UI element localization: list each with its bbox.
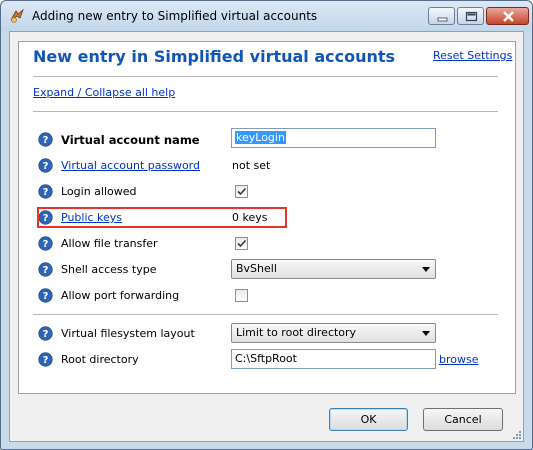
highlight-box bbox=[37, 207, 287, 228]
app-icon bbox=[10, 8, 24, 23]
help-icon[interactable]: ? bbox=[38, 288, 53, 303]
help-icon[interactable]: ? bbox=[38, 132, 53, 147]
login-allowed-checkbox[interactable] bbox=[235, 185, 248, 198]
shell-access-type-label: Shell access type bbox=[61, 263, 157, 276]
login-allowed-label: Login allowed bbox=[61, 185, 137, 198]
help-icon[interactable]: ? bbox=[38, 158, 53, 173]
allow-port-forwarding-label: Allow port forwarding bbox=[61, 289, 180, 302]
section-divider bbox=[33, 111, 498, 112]
svg-text:?: ? bbox=[43, 239, 49, 250]
maximize-icon bbox=[465, 11, 478, 22]
svg-text:?: ? bbox=[43, 355, 49, 366]
filesystem-divider bbox=[33, 314, 498, 315]
virtual-filesystem-layout-label: Virtual filesystem layout bbox=[61, 327, 195, 340]
checkmark-icon bbox=[237, 239, 247, 248]
expand-collapse-help-link[interactable]: Expand / Collapse all help bbox=[33, 86, 175, 99]
checkmark-icon bbox=[237, 187, 247, 196]
root-directory-label: Root directory bbox=[61, 353, 139, 366]
virtual-account-password-value: not set bbox=[232, 159, 271, 172]
svg-text:?: ? bbox=[43, 265, 49, 276]
maximize-button[interactable] bbox=[457, 7, 484, 25]
help-icon[interactable]: ? bbox=[38, 184, 53, 199]
help-icon[interactable]: ? bbox=[38, 236, 53, 251]
svg-text:?: ? bbox=[43, 135, 49, 146]
minimize-button[interactable] bbox=[428, 7, 455, 25]
help-icon[interactable]: ? bbox=[38, 262, 53, 277]
reset-settings-link[interactable]: Reset Settings bbox=[433, 49, 512, 62]
allow-file-transfer-label: Allow file transfer bbox=[61, 237, 158, 250]
close-button[interactable] bbox=[486, 7, 529, 25]
virtual-account-password-link[interactable]: Virtual account password bbox=[61, 159, 200, 172]
ok-button[interactable]: OK bbox=[329, 408, 408, 431]
svg-text:?: ? bbox=[43, 161, 49, 172]
close-icon bbox=[503, 11, 514, 22]
chevron-down-icon bbox=[422, 331, 430, 336]
chevron-down-icon bbox=[422, 267, 430, 272]
resize-grip-icon[interactable] bbox=[512, 430, 522, 440]
virtual-account-name-input[interactable]: keyLogin bbox=[231, 128, 436, 148]
svg-text:?: ? bbox=[43, 291, 49, 302]
root-directory-input[interactable]: C:\SftpRoot bbox=[231, 349, 436, 369]
minimize-icon bbox=[437, 17, 448, 22]
cancel-button[interactable]: Cancel bbox=[423, 408, 503, 431]
virtual-account-name-label: Virtual account name bbox=[61, 133, 200, 147]
shell-access-type-select[interactable]: BvShell bbox=[231, 259, 436, 279]
header-divider bbox=[33, 76, 498, 77]
allow-file-transfer-checkbox[interactable] bbox=[235, 237, 248, 250]
svg-text:?: ? bbox=[43, 187, 49, 198]
title-bar[interactable]: Adding new entry to Simplified virtual a… bbox=[1, 1, 532, 31]
virtual-filesystem-layout-select[interactable]: Limit to root directory bbox=[231, 323, 436, 343]
allow-port-forwarding-checkbox[interactable] bbox=[235, 289, 248, 302]
browse-link[interactable]: browse bbox=[439, 353, 479, 366]
svg-text:?: ? bbox=[43, 329, 49, 340]
page-title: New entry in Simplified virtual accounts bbox=[33, 47, 396, 66]
window-title: Adding new entry to Simplified virtual a… bbox=[32, 9, 318, 23]
help-icon[interactable]: ? bbox=[38, 326, 53, 341]
help-icon[interactable]: ? bbox=[38, 352, 53, 367]
